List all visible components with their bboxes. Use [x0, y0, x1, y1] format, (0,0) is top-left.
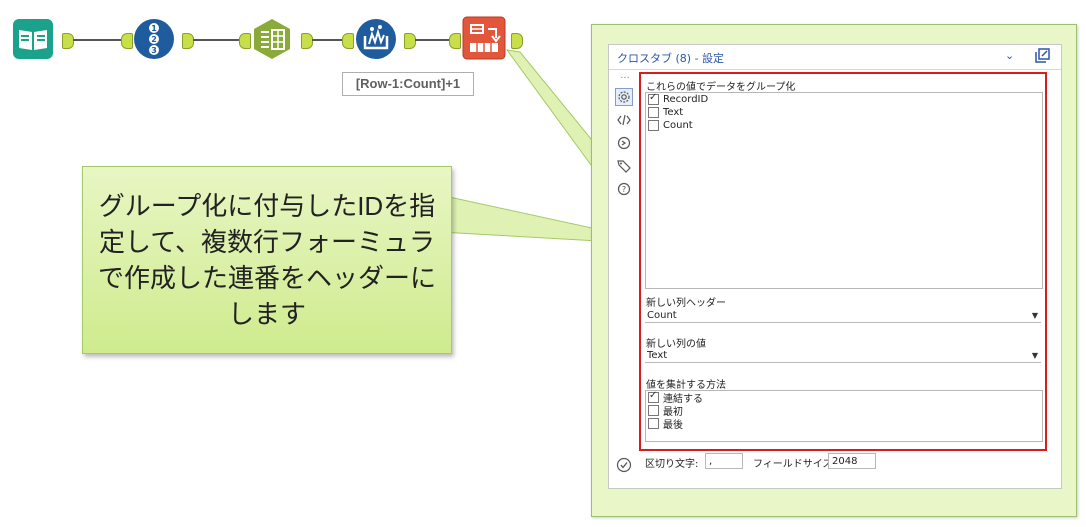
chevron-down-icon[interactable]: ⌄ — [1005, 49, 1014, 62]
more-icon[interactable]: ··· — [615, 74, 635, 85]
output-anchor[interactable] — [62, 33, 74, 49]
output-anchor[interactable] — [182, 33, 194, 49]
help-icon[interactable]: ? — [615, 180, 633, 198]
connection-line — [73, 39, 121, 41]
callout-text: グループ化に付与したIDを指定して、複数行フォーミュラで作成した連番をヘッダーに… — [97, 191, 436, 329]
panel-title: クロスタブ (8) - 設定 — [617, 52, 725, 65]
checkbox[interactable] — [648, 92, 659, 105]
options-row: 区切り文字: , フィールドサイズ: 2048 — [645, 453, 1045, 471]
crosstab-tool[interactable] — [462, 16, 506, 60]
book-icon — [13, 19, 53, 59]
svg-text:2: 2 — [151, 35, 157, 44]
group-by-field-item[interactable]: RecordID — [646, 92, 1042, 106]
group-by-field-list: RecordID Text Count — [645, 92, 1043, 289]
output-anchor[interactable] — [301, 33, 313, 49]
checkbox[interactable] — [648, 405, 659, 416]
multirow-formula-tool[interactable] — [355, 18, 397, 60]
checkbox[interactable] — [648, 418, 659, 429]
input-anchor[interactable] — [449, 33, 461, 49]
group-by-field-item[interactable]: Count — [646, 119, 1042, 132]
refresh-icon[interactable] — [615, 134, 633, 152]
formula-expression-label: [Row-1:Count]+1 — [342, 72, 474, 96]
dropdown-arrow-icon: ▼ — [1031, 351, 1038, 360]
svg-text:1: 1 — [151, 24, 157, 33]
aggregation-method-list: 連結する 最初 最後 — [645, 390, 1043, 442]
tag-icon[interactable] — [615, 157, 633, 175]
crosstab-icon — [462, 16, 506, 60]
configuration-panel: クロスタブ (8) - 設定 ⌄ ··· ? これらの値でデータをグループ化 R… — [608, 44, 1062, 489]
new-column-header-select[interactable]: Count ▼ — [645, 308, 1041, 323]
annotation-callout: グループ化に付与したIDを指定して、複数行フォーミュラで作成した連番をヘッダーに… — [82, 166, 452, 354]
new-column-value-select[interactable]: Text ▼ — [645, 348, 1041, 363]
checkbox[interactable] — [648, 390, 659, 403]
panel-header: クロスタブ (8) - 設定 ⌄ — [609, 45, 1061, 70]
group-by-field-item[interactable]: Text — [646, 106, 1042, 119]
record-id-tool[interactable]: 1 2 3 — [133, 18, 175, 60]
separator-input[interactable]: , — [705, 453, 743, 469]
select-tool[interactable] — [251, 18, 293, 60]
input-anchor[interactable] — [121, 33, 133, 49]
connection-line — [193, 39, 239, 41]
check-circle-icon[interactable] — [616, 457, 632, 473]
input-anchor[interactable] — [342, 33, 354, 49]
aggregation-method-item[interactable]: 最後 — [646, 417, 1042, 431]
aggregation-method-item[interactable]: 連結する — [646, 390, 1042, 405]
connection-line — [415, 39, 449, 41]
input-data-tool[interactable] — [12, 18, 54, 60]
checkbox[interactable] — [648, 120, 659, 131]
checkbox[interactable] — [648, 107, 659, 118]
undock-icon[interactable] — [1033, 47, 1051, 65]
connection-line — [312, 39, 342, 41]
aggregation-method-label: 値を集計する方法 — [646, 380, 726, 391]
separator-label: 区切り文字: — [645, 459, 699, 470]
output-anchor[interactable] — [404, 33, 416, 49]
group-by-label: これらの値でデータをグループ化 — [646, 82, 796, 93]
multirow-formula-icon — [356, 19, 396, 59]
numbered-list-icon: 1 2 3 — [134, 19, 174, 59]
output-anchor[interactable] — [511, 33, 523, 49]
panel-sidebar: ··· ? — [615, 74, 635, 203]
new-column-header-label: 新しい列ヘッダー — [646, 298, 726, 309]
svg-text:3: 3 — [151, 46, 157, 55]
code-icon[interactable] — [615, 111, 633, 129]
input-anchor[interactable] — [239, 33, 251, 49]
gear-icon[interactable] — [615, 88, 633, 106]
field-size-label: フィールドサイズ: — [753, 459, 836, 470]
svg-text:?: ? — [622, 185, 626, 194]
select-records-icon — [254, 19, 290, 59]
dropdown-arrow-icon: ▼ — [1031, 311, 1038, 320]
aggregation-method-item[interactable]: 最初 — [646, 404, 1042, 418]
field-size-input[interactable]: 2048 — [828, 453, 876, 469]
